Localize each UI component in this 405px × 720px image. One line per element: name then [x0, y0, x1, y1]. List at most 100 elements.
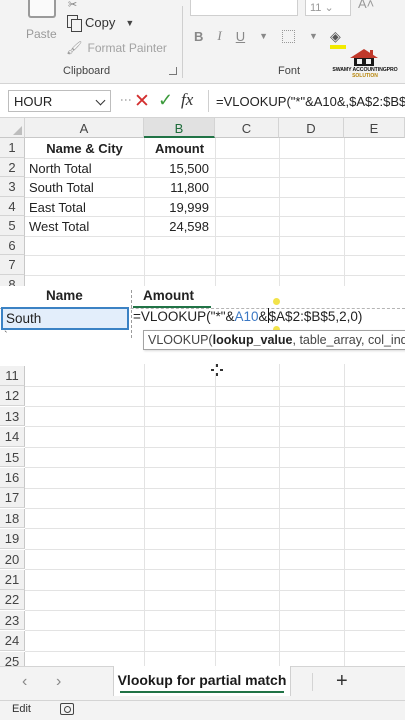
status-mode: Edit: [12, 703, 31, 715]
name-box[interactable]: HOUR: [8, 90, 111, 112]
row-header[interactable]: 14: [0, 427, 25, 447]
row-header[interactable]: 2: [0, 157, 25, 177]
table-cell-name[interactable]: South Total: [29, 177, 144, 196]
increase-font-icon[interactable]: A˄: [358, 0, 374, 11]
row-header[interactable]: 11: [0, 366, 25, 386]
gridline: [25, 405, 405, 407]
marching-ants-border: [131, 290, 132, 338]
gridline: [25, 426, 405, 428]
gridline: [25, 569, 405, 571]
row-header[interactable]: 3: [0, 177, 25, 197]
table-header-amount[interactable]: Amount: [144, 138, 215, 157]
formula-input[interactable]: =VLOOKUP("*"&A10&,$A$2:$B$5,2,0): [216, 94, 405, 109]
add-sheet-button[interactable]: +: [336, 670, 348, 693]
column-header-e[interactable]: E: [344, 118, 405, 138]
gridline: [344, 138, 345, 666]
row-header[interactable]: 16: [0, 468, 25, 488]
row-header[interactable]: 6: [0, 235, 25, 255]
chevron-down-icon[interactable]: [95, 95, 106, 106]
dialog-launcher-icon[interactable]: [169, 67, 177, 75]
table-cell-amount[interactable]: 19,999: [144, 197, 215, 216]
table-cell-name[interactable]: West Total: [29, 216, 144, 235]
gridline: [25, 274, 405, 276]
gridline: [25, 630, 405, 632]
selection-handle-top[interactable]: [273, 298, 280, 305]
grip-dots-icon[interactable]: ⋮: [119, 94, 133, 104]
active-tab-indicator: [120, 691, 284, 693]
gridline: [25, 255, 405, 256]
font-size-select[interactable]: 11 ⌄: [305, 0, 351, 16]
column-header-b[interactable]: B: [144, 118, 215, 138]
row-header[interactable]: 22: [0, 590, 25, 610]
italic-button[interactable]: I: [217, 28, 221, 44]
cut-icon[interactable]: ✂: [68, 0, 77, 11]
gridline: [25, 487, 405, 489]
enter-icon[interactable]: ✓: [158, 90, 173, 111]
row-header[interactable]: 13: [0, 406, 25, 427]
cell-tick-mark: `: [4, 330, 8, 342]
function-tooltip[interactable]: VLOOKUP(lookup_value, table_array, col_i…: [143, 330, 405, 350]
fill-color-icon[interactable]: ◈: [330, 28, 341, 45]
chevron-down-icon[interactable]: ▼: [125, 18, 134, 28]
row-header[interactable]: 4: [0, 196, 25, 216]
row-header[interactable]: 7: [0, 255, 25, 275]
formula-reference: A10: [234, 309, 259, 324]
gridline: [25, 589, 405, 591]
gridline: [25, 446, 405, 448]
column-header-a[interactable]: A: [25, 118, 144, 138]
copy-button[interactable]: Copy ▼: [66, 15, 134, 32]
worksheet-grid[interactable]: A B C D E 1 2 3 4 5 6 7 8 11 12 13 14 15 16 17 18 19 20 21…: [0, 118, 405, 720]
gridline: [25, 467, 405, 469]
name-box-value: HOUR: [14, 94, 53, 109]
table-cell-amount[interactable]: 24,598: [144, 216, 215, 235]
row-header[interactable]: 5: [0, 216, 25, 236]
active-cell-formula[interactable]: =VLOOKUP("*"&A10&$A$2:$B$5,2,0): [133, 308, 362, 324]
table-header-name-city[interactable]: Name & City: [25, 138, 144, 157]
table-cell-amount[interactable]: 11,800: [144, 177, 215, 196]
gridline: [25, 385, 405, 387]
row-header[interactable]: 12: [0, 386, 25, 406]
chevron-left-icon[interactable]: ‹: [22, 673, 27, 691]
row-header[interactable]: 18: [0, 508, 25, 529]
chevron-down-icon[interactable]: ▼: [309, 31, 318, 41]
row-header[interactable]: 20: [0, 549, 25, 570]
lookup-name-cell[interactable]: South: [1, 307, 129, 330]
format-painter-button[interactable]: 🖌 Format Painter: [66, 40, 167, 56]
font-name-select[interactable]: [190, 0, 298, 16]
row-header[interactable]: 17: [0, 488, 25, 508]
font-format-row: B I U ▼ ▼: [194, 28, 318, 44]
select-all-corner[interactable]: [0, 118, 25, 138]
ribbon-divider: [182, 6, 183, 78]
lookup-header-amount[interactable]: Amount: [143, 288, 194, 303]
bold-button[interactable]: B: [194, 29, 203, 44]
row-header[interactable]: 1: [0, 138, 25, 158]
paste-icon[interactable]: [28, 0, 56, 18]
table-cell-name[interactable]: North Total: [29, 158, 144, 177]
column-header-c[interactable]: C: [215, 118, 279, 138]
font-group-label: Font: [278, 65, 301, 77]
accessibility-icon[interactable]: [60, 703, 74, 715]
cancel-icon[interactable]: ✕: [134, 90, 150, 113]
chevron-right-icon[interactable]: ›: [56, 673, 61, 691]
table-cell-amount[interactable]: 15,500: [144, 158, 215, 177]
formula-bar-divider: [208, 90, 209, 112]
chevron-down-icon[interactable]: ▼: [259, 31, 268, 41]
formula-edit-zoom: Name Amount South =VLOOKUP("*"&A10&$A$2:…: [0, 286, 405, 364]
tooltip-function: VLOOKUP(: [148, 333, 213, 347]
table-cell-name[interactable]: East Total: [29, 197, 144, 216]
tab-separator: [312, 673, 313, 691]
paintbrush-icon: 🖌: [66, 40, 83, 55]
borders-icon[interactable]: [282, 29, 296, 43]
row-header[interactable]: 23: [0, 610, 25, 631]
tooltip-current-arg[interactable]: lookup_value: [213, 333, 293, 347]
lookup-header-name[interactable]: Name: [46, 288, 83, 303]
row-header[interactable]: 24: [0, 631, 25, 651]
underline-button[interactable]: U: [236, 29, 245, 44]
column-header-d[interactable]: D: [279, 118, 344, 138]
paste-button-label[interactable]: Paste: [26, 27, 57, 41]
row-header[interactable]: 15: [0, 447, 25, 468]
insert-function-icon[interactable]: fx: [181, 90, 193, 110]
house-logo-icon: [350, 49, 378, 66]
row-header[interactable]: 19: [0, 529, 25, 549]
row-header[interactable]: 21: [0, 570, 25, 590]
